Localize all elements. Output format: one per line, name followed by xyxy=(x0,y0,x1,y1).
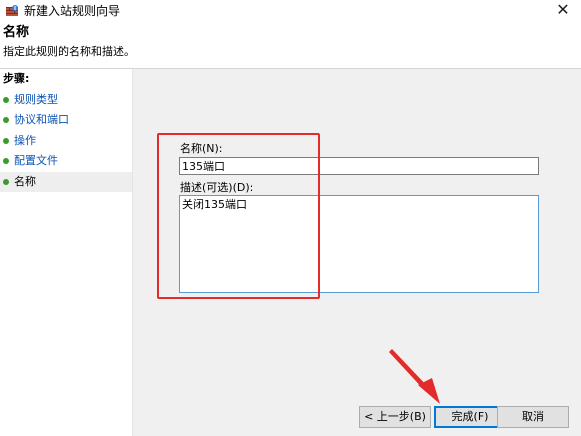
steps-panel: 步骤: 规则类型 协议和端口 操作 配置文件 名称 xyxy=(0,69,132,436)
cancel-button[interactable]: 取消 xyxy=(497,406,569,428)
bullet-icon xyxy=(3,117,9,123)
page-subtitle: 指定此规则的名称和描述。 xyxy=(3,45,135,58)
step-label[interactable]: 配置文件 xyxy=(14,154,58,167)
bullet-icon xyxy=(3,179,9,185)
window-title: 新建入站规则向导 xyxy=(24,4,121,18)
close-icon[interactable]: ✕ xyxy=(556,0,569,19)
name-input[interactable] xyxy=(179,157,539,175)
step-item-profile[interactable]: 配置文件 xyxy=(0,151,132,171)
wizard-header: 名称 指定此规则的名称和描述。 xyxy=(0,22,581,68)
step-item-action[interactable]: 操作 xyxy=(0,131,132,151)
step-item-rule-type[interactable]: 规则类型 xyxy=(0,90,132,110)
description-input[interactable]: 关闭135端口 xyxy=(179,195,539,293)
description-label: 描述(可选)(D): xyxy=(180,181,254,194)
step-item-name[interactable]: 名称 xyxy=(0,172,132,192)
step-label: 名称 xyxy=(14,175,36,188)
steps-heading: 步骤: xyxy=(3,72,30,85)
name-label: 名称(N): xyxy=(180,142,223,155)
page-title: 名称 xyxy=(3,25,30,40)
finish-button[interactable]: 完成(F) xyxy=(434,406,506,428)
back-button[interactable]: < 上一步(B) xyxy=(359,406,431,428)
bullet-icon xyxy=(3,97,9,103)
bullet-icon xyxy=(3,158,9,164)
close-button[interactable]: ✕ xyxy=(545,0,581,22)
title-bar: 新建入站规则向导 ✕ xyxy=(0,0,581,22)
step-item-protocol-port[interactable]: 协议和端口 xyxy=(0,110,132,130)
step-label[interactable]: 协议和端口 xyxy=(14,113,69,126)
step-label[interactable]: 规则类型 xyxy=(14,93,58,106)
step-label[interactable]: 操作 xyxy=(14,134,36,147)
firewall-icon xyxy=(5,4,19,18)
bullet-icon xyxy=(3,138,9,144)
